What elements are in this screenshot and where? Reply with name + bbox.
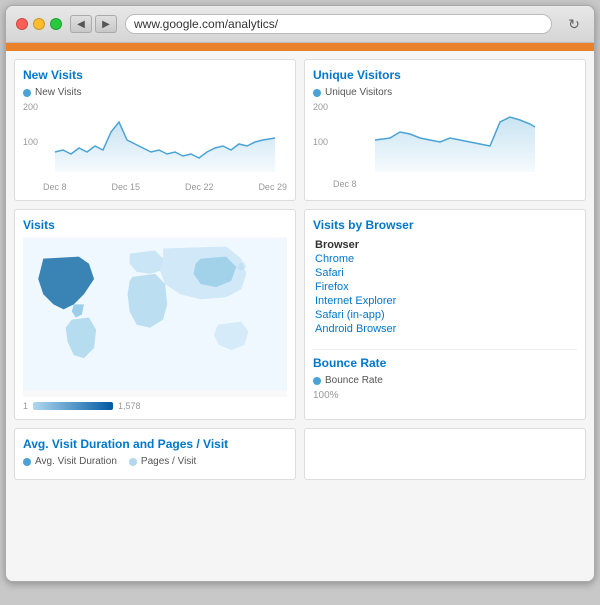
bounce-rate-title: Bounce Rate xyxy=(313,356,577,370)
world-map xyxy=(23,237,287,392)
analytics-header-bar xyxy=(6,43,594,51)
x-label-dec8: Dec 8 xyxy=(43,182,67,192)
back-button[interactable]: ◀ xyxy=(70,15,92,33)
avg-visit-card: Avg. Visit Duration and Pages / Visit Av… xyxy=(14,428,296,480)
unique-visitors-legend: Unique Visitors xyxy=(313,87,577,98)
pages-visit-dot xyxy=(129,458,137,466)
uv-x-label-dec8: Dec 8 xyxy=(333,179,357,189)
browser-row-ie: Internet Explorer xyxy=(315,295,575,307)
visits-map-card: Visits xyxy=(14,209,296,420)
close-button[interactable] xyxy=(16,18,28,30)
new-visits-card: New Visits New Visits 200 100 xyxy=(14,59,296,201)
reload-button[interactable]: ↻ xyxy=(564,14,584,34)
unique-visitors-title: Unique Visitors xyxy=(313,68,577,82)
color-scale: 1 1,578 xyxy=(23,401,287,411)
traffic-lights xyxy=(16,18,62,30)
minimize-button[interactable] xyxy=(33,18,45,30)
map-container xyxy=(23,237,287,397)
x-label-dec29: Dec 29 xyxy=(258,182,287,192)
avg-visit-title: Avg. Visit Duration and Pages / Visit xyxy=(23,437,287,451)
uv-y-label-200: 200 xyxy=(313,102,328,112)
bounce-rate-section: Bounce Rate Bounce Rate 100% xyxy=(313,349,577,401)
avg-visit-duration-legend: Avg. Visit Duration xyxy=(23,456,117,467)
avg-visit-legends: Avg. Visit Duration Pages / Visit xyxy=(23,456,287,471)
new-visits-chart xyxy=(43,102,287,172)
address-bar[interactable]: www.google.com/analytics/ xyxy=(125,14,552,34)
scale-bar xyxy=(33,402,113,410)
bounce-rate-dot xyxy=(313,377,321,385)
bounce-rate-legend: Bounce Rate xyxy=(313,375,577,386)
x-label-dec15: Dec 15 xyxy=(111,182,140,192)
y-label-200: 200 xyxy=(23,102,38,112)
new-visits-title: New Visits xyxy=(23,68,287,82)
browser-row-safari-inapp: Safari (in-app) xyxy=(315,309,575,321)
browser-table: Browser Chrome Safari Firefox Internet E… xyxy=(313,237,577,337)
visits-map-title: Visits xyxy=(23,218,287,232)
browser-row-safari: Safari xyxy=(315,267,575,279)
scale-max: 1,578 xyxy=(118,401,141,411)
forward-button[interactable]: ▶ xyxy=(95,15,117,33)
browser-chrome: Chrome xyxy=(315,253,575,265)
maximize-button[interactable] xyxy=(50,18,62,30)
browser-table-header: Browser xyxy=(315,239,575,251)
scale-min: 1 xyxy=(23,401,28,411)
new-visits-dot xyxy=(23,89,31,97)
x-label-dec22: Dec 22 xyxy=(185,182,214,192)
browser-row-android: Android Browser xyxy=(315,323,575,335)
uv-y-label-100: 100 xyxy=(313,137,328,147)
bottom-right-placeholder xyxy=(304,428,586,480)
pages-per-visit-legend: Pages / Visit xyxy=(129,456,196,467)
browser-firefox: Firefox xyxy=(315,281,575,293)
unique-visitors-card: Unique Visitors Unique Visitors 200 100 xyxy=(304,59,586,201)
bounce-rate-y-label: 100% xyxy=(313,390,577,401)
browser-row-firefox: Firefox xyxy=(315,281,575,293)
browser-safari: Safari xyxy=(315,267,575,279)
browser-row-chrome: Chrome xyxy=(315,253,575,265)
nav-buttons: ◀ ▶ xyxy=(70,15,117,33)
unique-visitors-chart xyxy=(333,102,577,172)
top-row: New Visits New Visits 200 100 xyxy=(14,59,586,201)
bottom-row: Avg. Visit Duration and Pages / Visit Av… xyxy=(14,428,586,480)
title-bar: ◀ ▶ www.google.com/analytics/ ↻ xyxy=(6,6,594,43)
browser-safari-inapp: Safari (in-app) xyxy=(315,309,575,321)
middle-row: Visits xyxy=(14,209,586,420)
url-text: www.google.com/analytics/ xyxy=(134,17,278,31)
visits-by-browser-card: Visits by Browser Browser Chrome Safari … xyxy=(304,209,586,420)
uv-x-labels: Dec 8 xyxy=(333,174,357,192)
visits-by-browser-title: Visits by Browser xyxy=(313,218,577,232)
analytics-content: New Visits New Visits 200 100 xyxy=(6,51,594,581)
browser-column-header: Browser xyxy=(315,239,575,251)
y-label-100: 100 xyxy=(23,137,38,147)
new-visits-legend: New Visits xyxy=(23,87,287,98)
unique-visitors-dot xyxy=(313,89,321,97)
browser-ie: Internet Explorer xyxy=(315,295,575,307)
new-visits-x-labels: Dec 8 Dec 15 Dec 22 Dec 29 xyxy=(43,182,287,192)
browser-android: Android Browser xyxy=(315,323,575,335)
avg-visit-dot xyxy=(23,458,31,466)
browser-window: ◀ ▶ www.google.com/analytics/ ↻ New Visi… xyxy=(5,5,595,582)
